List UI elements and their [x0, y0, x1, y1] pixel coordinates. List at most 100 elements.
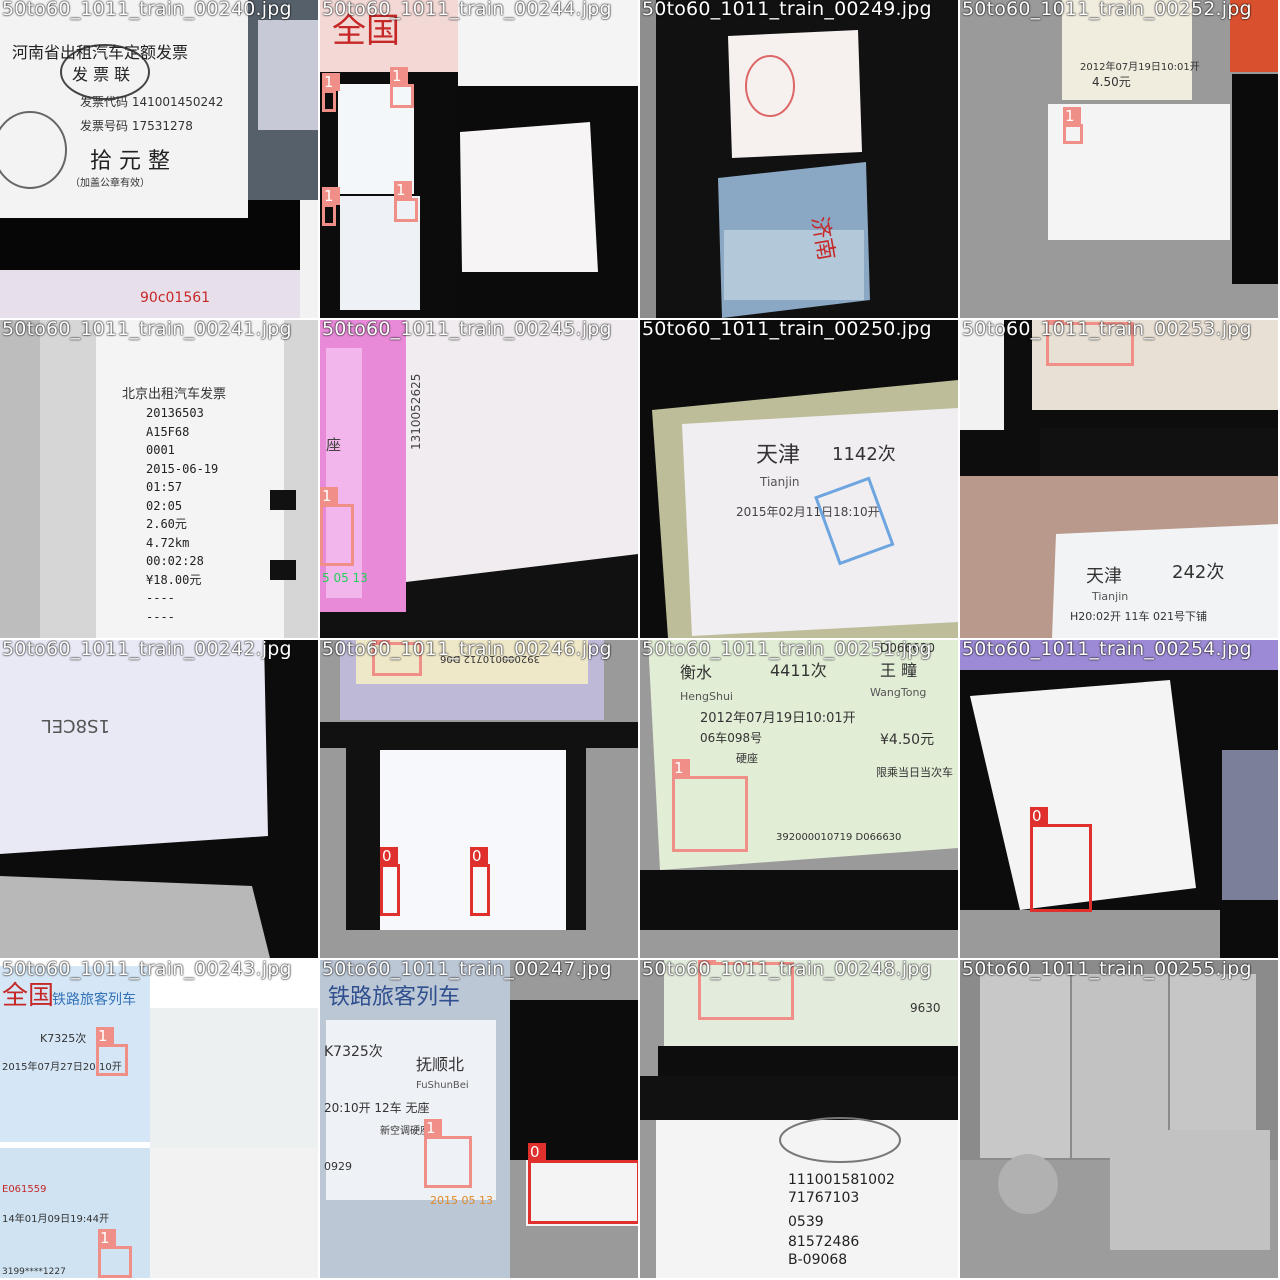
invoice-note: （加盖公章有效）: [70, 176, 150, 189]
qr-box: 1: [322, 73, 340, 112]
tile-label: 50to60_1011_train_00243.jpg: [2, 960, 292, 980]
tile-label: 50to60_1011_train_00251.jpg: [642, 640, 932, 660]
tile-00240: 河南省出租汽车定额发票 发 票 联 发票代码 141001450242 发票号码…: [0, 0, 318, 318]
line-4: 81572486: [788, 1234, 859, 1250]
qr-box: 1: [96, 1027, 128, 1076]
qr-box: 1: [1063, 107, 1083, 144]
tile-label: 50to60_1011_train_00241.jpg: [2, 320, 292, 340]
qr-box: 1: [320, 487, 354, 566]
tile-image: 济南: [640, 0, 958, 318]
receipt-header: 北京出租汽车发票: [122, 386, 226, 402]
tile-image: 2012年07月19日10:01开 4.50元: [960, 0, 1278, 318]
seat-type: 硬座: [736, 751, 758, 765]
time-seat: H20:02开 11车 021号下铺: [1070, 609, 1207, 623]
from-pinyin: HengShui: [680, 690, 733, 703]
tile-label: 50to60_1011_train_00248.jpg: [642, 960, 932, 980]
red-serial: 90c01561: [140, 290, 210, 306]
tile-00242: 1S8CEL 50to60_1011_train_00242.jpg: [0, 640, 318, 958]
date-stamp: 5 05 13: [322, 571, 368, 585]
qr-box: 1: [322, 187, 340, 226]
invoice-code: 发票代码 141001450242: [80, 94, 223, 109]
tile-00243: 全国 铁路旅客列车 K7325次 2015年07月27日20:10开 E0615…: [0, 960, 318, 1278]
subtitle: 铁路旅客列车: [52, 991, 136, 1008]
tile-label: 50to60_1011_train_00240.jpg: [2, 0, 292, 20]
tile-image: 9630 111001581002 71767103 0539 81572486…: [640, 960, 958, 1278]
train-number: K7325次: [40, 1031, 86, 1045]
station: 天津: [1086, 566, 1122, 587]
from-station: 衡水: [680, 663, 712, 682]
train-number: 242次: [1172, 562, 1224, 583]
line-1: 111001581002: [788, 1172, 895, 1188]
serial-code: 392000010719 D066630: [776, 832, 901, 843]
tile-image: 242次 天津 Tianjin H20:02开 11车 021号下铺: [960, 320, 1278, 638]
qr-box: 1: [98, 1229, 132, 1278]
tile-00241: 北京出租汽车发票 20136503 A15F68 0001 2015-06-19 01…: [0, 320, 318, 638]
tile-00244: 全国 1 1 1 1 50to60_1011_train_00244.jpg: [320, 0, 638, 318]
tile-00255: 50to60_1011_train_00255.jpg: [960, 960, 1278, 1278]
ticket-date: 2012年07月19日10:01开: [1080, 60, 1200, 73]
qr-box: 1: [672, 759, 748, 852]
tile-label: 50to60_1011_train_00255.jpg: [962, 960, 1252, 980]
ticket-number: 0929: [324, 1160, 352, 1173]
tile-00245: 座 1310052625 5 05 13 1 50to60_1011_train…: [320, 320, 638, 638]
subtitle: 铁路旅客列车: [328, 985, 460, 1010]
tile-image: 1S8CEL: [0, 640, 318, 958]
time-seat: 20:10开 12车 无座: [324, 1100, 429, 1115]
tile-image: [960, 640, 1278, 958]
qr-box: 1: [424, 1119, 472, 1188]
top-code: 9630: [910, 1001, 941, 1015]
destination-pinyin: FuShunBei: [416, 1080, 469, 1091]
line-3: 0539: [788, 1214, 824, 1230]
tile-image: 河南省出租汽车定额发票 发 票 联 发票代码 141001450242 发票号码…: [0, 0, 318, 318]
seat-note: 新空调硬座: [380, 1124, 430, 1137]
date-stamp: 2015 05 13: [430, 1194, 493, 1207]
ticket-number: E061559: [2, 1184, 47, 1195]
tile-image: 天津 1142次 Tianjin 2015年02月11日18:10开: [640, 320, 958, 638]
ticket-price: 4.50元: [1092, 75, 1131, 89]
invoice-title: 河南省出租汽车定额发票: [12, 43, 188, 62]
tile-00248: 9630 111001581002 71767103 0539 81572486…: [640, 960, 958, 1278]
tile-label: 50to60_1011_train_00242.jpg: [2, 640, 292, 660]
tile-label: 50to60_1011_train_00253.jpg: [962, 320, 1252, 340]
departure-2: 14年01月09日19:44开: [2, 1212, 109, 1225]
big-red-text: 全国: [2, 981, 54, 1011]
tile-image: 全国: [320, 0, 638, 318]
station-pinyin: Tianjin: [759, 475, 800, 489]
tile-image: [960, 960, 1278, 1278]
line-5: B-09068: [788, 1252, 847, 1268]
departure-time: 2015年02月11日18:10开: [736, 505, 880, 519]
invoice-amount: 拾 元 整: [90, 149, 170, 174]
price: ¥4.50元: [880, 732, 934, 748]
departure: 2012年07月19日10:01开: [700, 711, 856, 726]
ticket-text: 1S8CEL: [42, 715, 110, 736]
tile-image: 座 1310052625 5 05 13: [320, 320, 638, 638]
to-station: 王 疃: [880, 661, 917, 680]
note: 限乘当日当次车: [876, 765, 953, 779]
mosaic-grid: 河南省出租汽车定额发票 发 票 联 发票代码 141001450242 发票号码…: [0, 0, 1280, 1280]
tile-label: 50to60_1011_train_00249.jpg: [642, 0, 932, 20]
tile-00254: 0 50to60_1011_train_00254.jpg: [960, 640, 1278, 958]
tile-label: 50to60_1011_train_00244.jpg: [322, 0, 612, 20]
tile-00252: 2012年07月19日10:01开 4.50元 1 50to60_1011_tr…: [960, 0, 1278, 318]
tile-00246: 392000010712 D06 1 0 0 50to60_1011_train…: [320, 640, 638, 958]
tile-label: 50to60_1011_train_00247.jpg: [322, 960, 612, 980]
stamp-text: 发 票 联: [72, 65, 130, 84]
station-pinyin: Tianjin: [1091, 590, 1128, 603]
receipt-rows: 20136503 A15F68 0001 2015-06-19 01:57 02:05 …: [146, 406, 219, 624]
tile-image: 铁路旅客列车 K7325次 抚顺北 FuShunBei 20:10开 12车 无…: [320, 960, 638, 1278]
tile-00247: 铁路旅客列车 K7325次 抚顺北 FuShunBei 20:10开 12车 无…: [320, 960, 638, 1278]
tile-label: 50to60_1011_train_00250.jpg: [642, 320, 932, 340]
tile-image: 全国 铁路旅客列车 K7325次 2015年07月27日20:10开 E0615…: [0, 960, 318, 1278]
tile-label: 50to60_1011_train_00254.jpg: [962, 640, 1252, 660]
tile-00249: 济南 50to60_1011_train_00249.jpg: [640, 0, 958, 318]
id-number: 3199****1227: [2, 1267, 66, 1277]
car-seat: 06车098号: [700, 730, 762, 745]
destination: 抚顺北: [416, 1055, 464, 1074]
qr-box: 1: [390, 67, 414, 108]
train-number: 1142次: [832, 444, 896, 465]
train-number: K7325次: [324, 1044, 383, 1060]
tile-00253: 242次 天津 Tianjin H20:02开 11车 021号下铺 1 50t…: [960, 320, 1278, 638]
tile-label: 50to60_1011_train_00246.jpg: [322, 640, 612, 660]
barcode-box: 0: [380, 847, 400, 916]
barcode-box: 0: [470, 847, 490, 916]
